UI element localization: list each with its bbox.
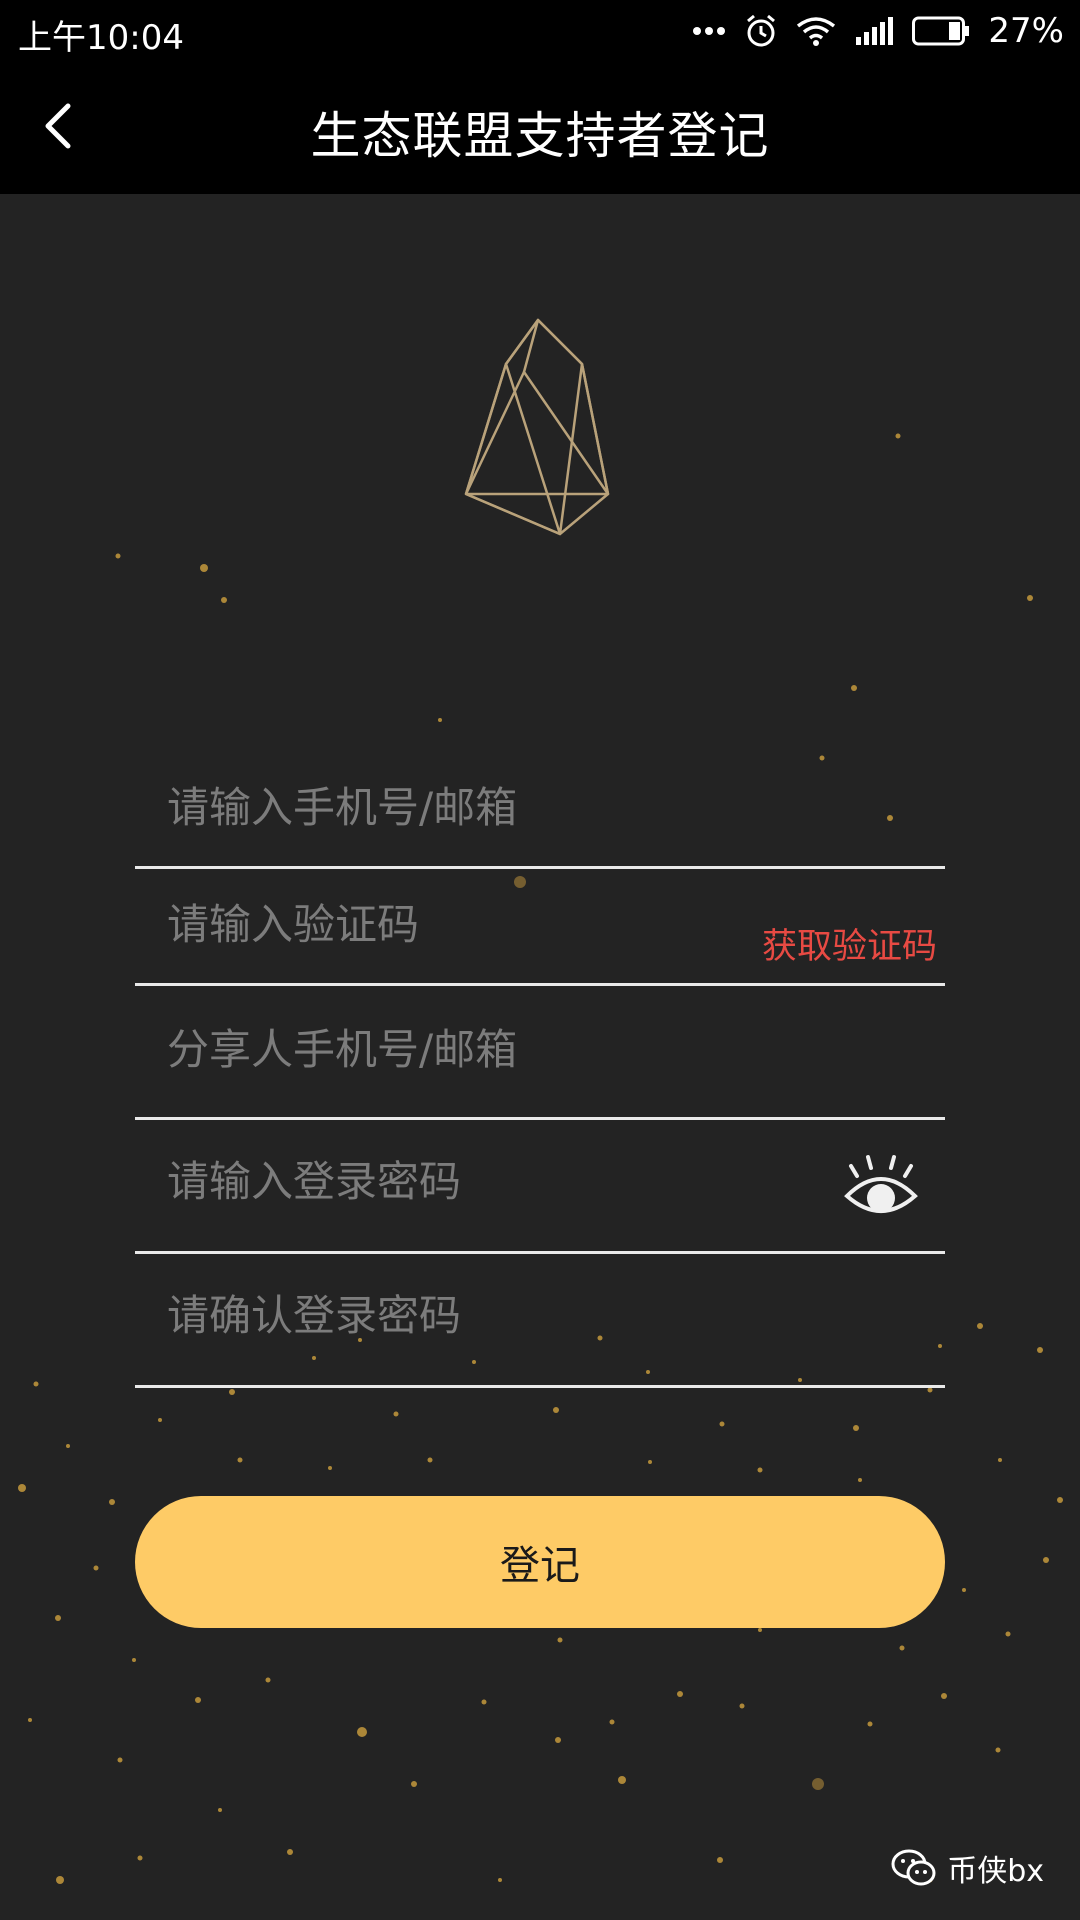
- crystal-logo: [464, 318, 610, 536]
- alarm-icon: [747, 14, 776, 47]
- confirm-password-field[interactable]: 请确认登录密码: [135, 1254, 945, 1388]
- confirm-password-placeholder: 请确认登录密码: [167, 1291, 462, 1340]
- battery-icon: [912, 16, 970, 46]
- status-bar: 上午10:04 27%: [0, 0, 1080, 62]
- more-dots-icon: [693, 27, 726, 35]
- wechat-icon: [891, 1849, 936, 1886]
- page-title: 生态联盟支持者登记: [310, 107, 770, 165]
- referrer-placeholder: 分享人手机号/邮箱: [167, 1025, 518, 1074]
- phone-email-field[interactable]: 请输入手机号/邮箱: [135, 742, 945, 869]
- phone-email-placeholder: 请输入手机号/邮箱: [167, 783, 518, 832]
- register-screen: 上午10:04 27% 生态联盟支持者登记 请输入手机号/邮箱 请输入验证码 获…: [0, 0, 1080, 1920]
- status-time: 上午10:04: [18, 18, 184, 58]
- watermark-text: 币侠bx: [947, 1854, 1044, 1889]
- battery-percent: 27%: [988, 11, 1064, 51]
- wechat-watermark: 币侠bx: [891, 1846, 1044, 1890]
- password-placeholder: 请输入登录密码: [167, 1157, 462, 1206]
- get-code-button[interactable]: 获取验证码: [762, 918, 937, 969]
- signal-icon: [856, 17, 894, 45]
- status-icons: 27%: [692, 8, 1064, 54]
- app-header: 生态联盟支持者登记: [0, 62, 1080, 194]
- referrer-field[interactable]: 分享人手机号/邮箱: [135, 986, 945, 1120]
- register-button[interactable]: 登记: [135, 1496, 945, 1628]
- wifi-icon: [797, 17, 836, 46]
- password-field[interactable]: 请输入登录密码: [135, 1120, 945, 1254]
- show-password-eye-icon[interactable]: [843, 1154, 919, 1220]
- verification-code-placeholder: 请输入验证码: [167, 900, 420, 949]
